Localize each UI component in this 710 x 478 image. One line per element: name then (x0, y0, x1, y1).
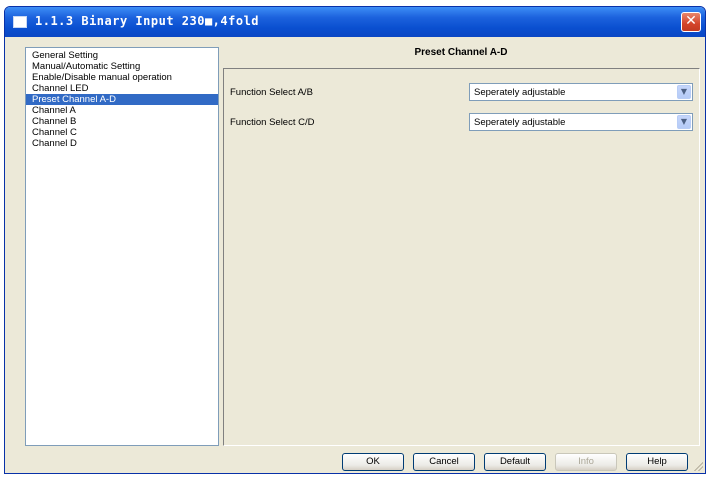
param-label: Function Select C/D (230, 117, 315, 128)
chevron-down-icon[interactable]: ▼ (677, 85, 691, 99)
default-button[interactable]: Default (484, 453, 546, 471)
param-label: Function Select A/B (230, 87, 313, 98)
parameter-tree[interactable]: General Setting Manual/Automatic Setting… (25, 47, 219, 446)
help-button[interactable]: Help (626, 453, 688, 471)
sidebar-item-enable-disable-manual-operation[interactable]: Enable/Disable manual operation (26, 72, 218, 83)
sidebar-item-manual-automatic-setting[interactable]: Manual/Automatic Setting (26, 61, 218, 72)
panel-title: Preset Channel A-D (414, 47, 508, 58)
sidebar-item-channel-b[interactable]: Channel B (26, 116, 218, 127)
close-icon: ✕ (685, 13, 697, 29)
sidebar-item-general-setting[interactable]: General Setting (26, 50, 218, 61)
ok-button[interactable]: OK (342, 453, 404, 471)
parameter-panel: Function Select A/B Seperately adjustabl… (223, 68, 700, 446)
sidebar-item-channel-a[interactable]: Channel A (26, 105, 218, 116)
param-row-function-select-ab: Function Select A/B Seperately adjustabl… (224, 83, 699, 101)
window-title: 1.1.3 Binary Input 230■,4fold (35, 14, 260, 28)
window-icon[interactable] (13, 16, 27, 28)
select-value: Seperately adjustable (474, 87, 566, 98)
close-button[interactable]: ✕ (681, 12, 701, 32)
param-row-function-select-cd: Function Select C/D Seperately adjustabl… (224, 113, 699, 131)
title-bar[interactable]: 1.1.3 Binary Input 230■,4fold ✕ (5, 7, 705, 37)
sidebar-item-channel-c[interactable]: Channel C (26, 127, 218, 138)
chevron-down-icon[interactable]: ▼ (677, 115, 691, 129)
sidebar-item-channel-led[interactable]: Channel LED (26, 83, 218, 94)
function-select-cd-dropdown[interactable]: Seperately adjustable ▼ (469, 113, 693, 131)
resize-grip[interactable] (693, 461, 703, 471)
sidebar-item-channel-d[interactable]: Channel D (26, 138, 218, 149)
info-button[interactable]: Info (555, 453, 617, 471)
cancel-button[interactable]: Cancel (413, 453, 475, 471)
function-select-ab-dropdown[interactable]: Seperately adjustable ▼ (469, 83, 693, 101)
sidebar-item-preset-channel-a-d[interactable]: Preset Channel A-D (26, 94, 218, 105)
dialog-window: 1.1.3 Binary Input 230■,4fold ✕ General … (4, 6, 706, 474)
select-value: Seperately adjustable (474, 117, 566, 128)
